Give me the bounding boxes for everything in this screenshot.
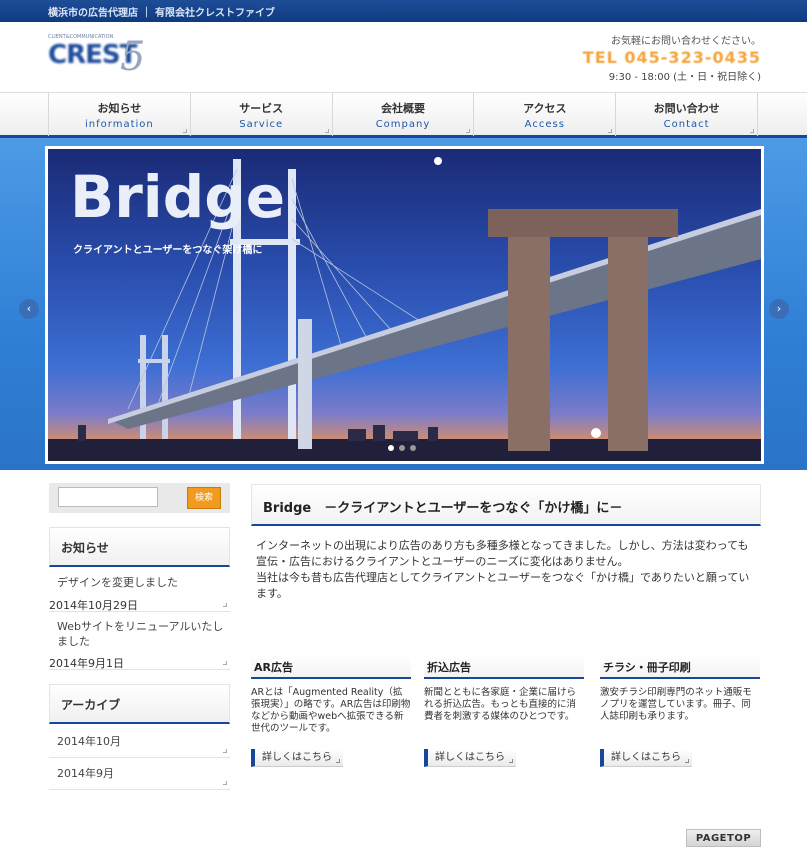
service-text: 激安チラシ印刷専門のネット通販モノプリを運営しています。冊子、同人誌印刷も承りま…: [600, 687, 752, 722]
nav-label: お問い合わせ: [653, 102, 720, 115]
corner-arrow-icon: [608, 129, 613, 133]
archive-link[interactable]: 2014年10月: [49, 734, 230, 749]
more-button[interactable]: 詳しくはこちら: [251, 749, 343, 767]
news-date: 2014年9月1日: [49, 657, 124, 670]
corner-arrow-icon: [336, 759, 340, 763]
contact-note: お気軽にお問い合わせください。: [611, 36, 761, 47]
slider-next-button[interactable]: ›: [769, 299, 789, 319]
nav-label: お知らせ: [97, 102, 142, 115]
service-heading-box: チラシ・冊子印刷: [600, 655, 760, 679]
site-tagline: 横浜市の広告代理店 ｜ 有限会社クレストファイブ: [48, 8, 275, 19]
more-button-label: 詳しくはこちら: [435, 752, 505, 763]
search-box: 検索: [49, 483, 230, 513]
news-title[interactable]: Webサイトをリニューアルいたしました: [49, 619, 230, 649]
chevron-left-icon: ‹: [26, 302, 32, 315]
nav-sublabel: Company: [375, 119, 431, 130]
intro-line: インターネットの出現により広告のあり方も多種多様となってきました。しかし、方法は…: [256, 539, 749, 552]
nav-label: サービス: [239, 102, 284, 115]
search-input[interactable]: [58, 487, 158, 507]
nav-sublabel: Access: [524, 119, 565, 130]
top-strip: 横浜市の広告代理店 ｜ 有限会社クレストファイブ: [0, 0, 807, 22]
contact-hours: 9:30 - 18:00 (土・日・祝日除く): [608, 72, 761, 83]
archive-item[interactable]: 2014年9月: [49, 758, 230, 790]
service-heading-box: 折込広告: [424, 655, 584, 679]
intro-line: 宣伝・広告におけるクライアントとユーザーのニーズに変化はありません。: [256, 555, 629, 568]
intro-text: インターネットの出現により広告のあり方も多種多様となってきました。しかし、方法は…: [256, 538, 756, 602]
corner-arrow-icon: [749, 129, 754, 133]
more-button[interactable]: 詳しくはこちら: [600, 749, 692, 767]
service-text: 新聞とともに各家庭・企業に届けられる折込広告。もっとも直接的に消費者を刺激する媒…: [424, 687, 577, 722]
sidebar-heading-label: お知らせ: [61, 541, 109, 555]
intro-line: 当社は今も昔も広告代理店としてクライアントとユーザーをつなぐ「かけ橋」でありたい…: [256, 571, 750, 600]
pagetop-button[interactable]: PAGETOP: [686, 829, 761, 847]
slider-prev-button[interactable]: ‹: [19, 299, 39, 319]
service-ar: AR広告 ARとは「Augmented Reality（拡張現実）」の略です。A…: [251, 655, 411, 775]
news-title[interactable]: デザインを変更しました: [49, 575, 230, 590]
more-button[interactable]: 詳しくはこちら: [424, 749, 516, 767]
corner-arrow-icon: [509, 759, 513, 763]
logo-mark: 5: [120, 34, 146, 80]
nav-label: 会社概要: [380, 102, 425, 115]
hero-title: Bridge: [70, 163, 286, 231]
global-nav: お知らせ information サービス Sarvice 会社概要 Compa…: [0, 92, 807, 138]
nav-item-information[interactable]: お知らせ information: [48, 93, 190, 136]
corner-arrow-icon: [685, 759, 689, 763]
corner-arrow-icon: [223, 661, 227, 665]
sidebar-heading-label: アーカイブ: [61, 698, 121, 712]
hero-image: Bridge クライアントとユーザーをつなぐ架け橋に: [48, 149, 761, 461]
search-button[interactable]: 検索: [187, 487, 221, 509]
corner-arrow-icon: [223, 603, 227, 607]
slider-dot[interactable]: [388, 445, 394, 451]
sidebar-news-heading: お知らせ: [49, 527, 230, 567]
more-button-label: 詳しくはこちら: [611, 752, 681, 763]
corner-arrow-icon: [324, 129, 329, 133]
header-contact: お気軽にお問い合わせください。 TEL 045-323-0435 9:30 - …: [583, 32, 761, 83]
slider-pagination: [388, 445, 416, 451]
service-heading: AR広告: [254, 661, 293, 674]
main-heading-box: Bridge －クライアントとユーザーをつなぐ「かけ橋」に－: [251, 484, 761, 526]
hero-slider: Bridge クライアントとユーザーをつなぐ架け橋に: [45, 146, 764, 464]
nav-sublabel: Contact: [663, 119, 710, 130]
more-button-label: 詳しくはこちら: [262, 752, 332, 763]
service-text: ARとは「Augmented Reality（拡張現実）」の略です。AR広告は印…: [251, 687, 411, 734]
corner-arrow-icon: [223, 781, 227, 785]
nav-item-access[interactable]: アクセス Access: [473, 93, 615, 136]
news-date: 2014年10月29日: [49, 599, 138, 612]
main-heading: Bridge －クライアントとユーザーをつなぐ「かけ橋」に－: [263, 501, 623, 516]
chevron-right-icon: ›: [776, 302, 782, 315]
corner-arrow-icon: [466, 129, 471, 133]
nav-item-contact[interactable]: お問い合わせ Contact: [615, 93, 758, 136]
hero-subtitle: クライアントとユーザーをつなぐ架け橋に: [73, 245, 263, 256]
slider-dot[interactable]: [399, 445, 405, 451]
slider-dot[interactable]: [410, 445, 416, 451]
service-heading: 折込広告: [427, 661, 471, 674]
service-insert: 折込広告 新聞とともに各家庭・企業に届けられる折込広告。もっとも直接的に消費者を…: [424, 655, 584, 775]
service-heading-box: AR広告: [251, 655, 411, 679]
site-logo[interactable]: CLIENT&COMMUNICATION CREST 5: [48, 34, 146, 80]
corner-arrow-icon: [182, 129, 187, 133]
nav-item-service[interactable]: サービス Sarvice: [189, 93, 332, 136]
service-print: チラシ・冊子印刷 激安チラシ印刷専門のネット通販モノプリを運営しています。冊子、…: [600, 655, 760, 775]
contact-phone[interactable]: TEL 045-323-0435: [583, 48, 761, 67]
nav-sublabel: information: [85, 119, 154, 130]
nav-sublabel: Sarvice: [239, 119, 284, 130]
corner-arrow-icon: [223, 749, 227, 753]
nav-label: アクセス: [523, 102, 567, 115]
nav-item-company[interactable]: 会社概要 Company: [331, 93, 474, 136]
sidebar-archive-heading: アーカイブ: [49, 684, 230, 724]
archive-link[interactable]: 2014年9月: [49, 766, 230, 781]
archive-item[interactable]: 2014年10月: [49, 726, 230, 758]
service-heading: チラシ・冊子印刷: [603, 661, 691, 674]
